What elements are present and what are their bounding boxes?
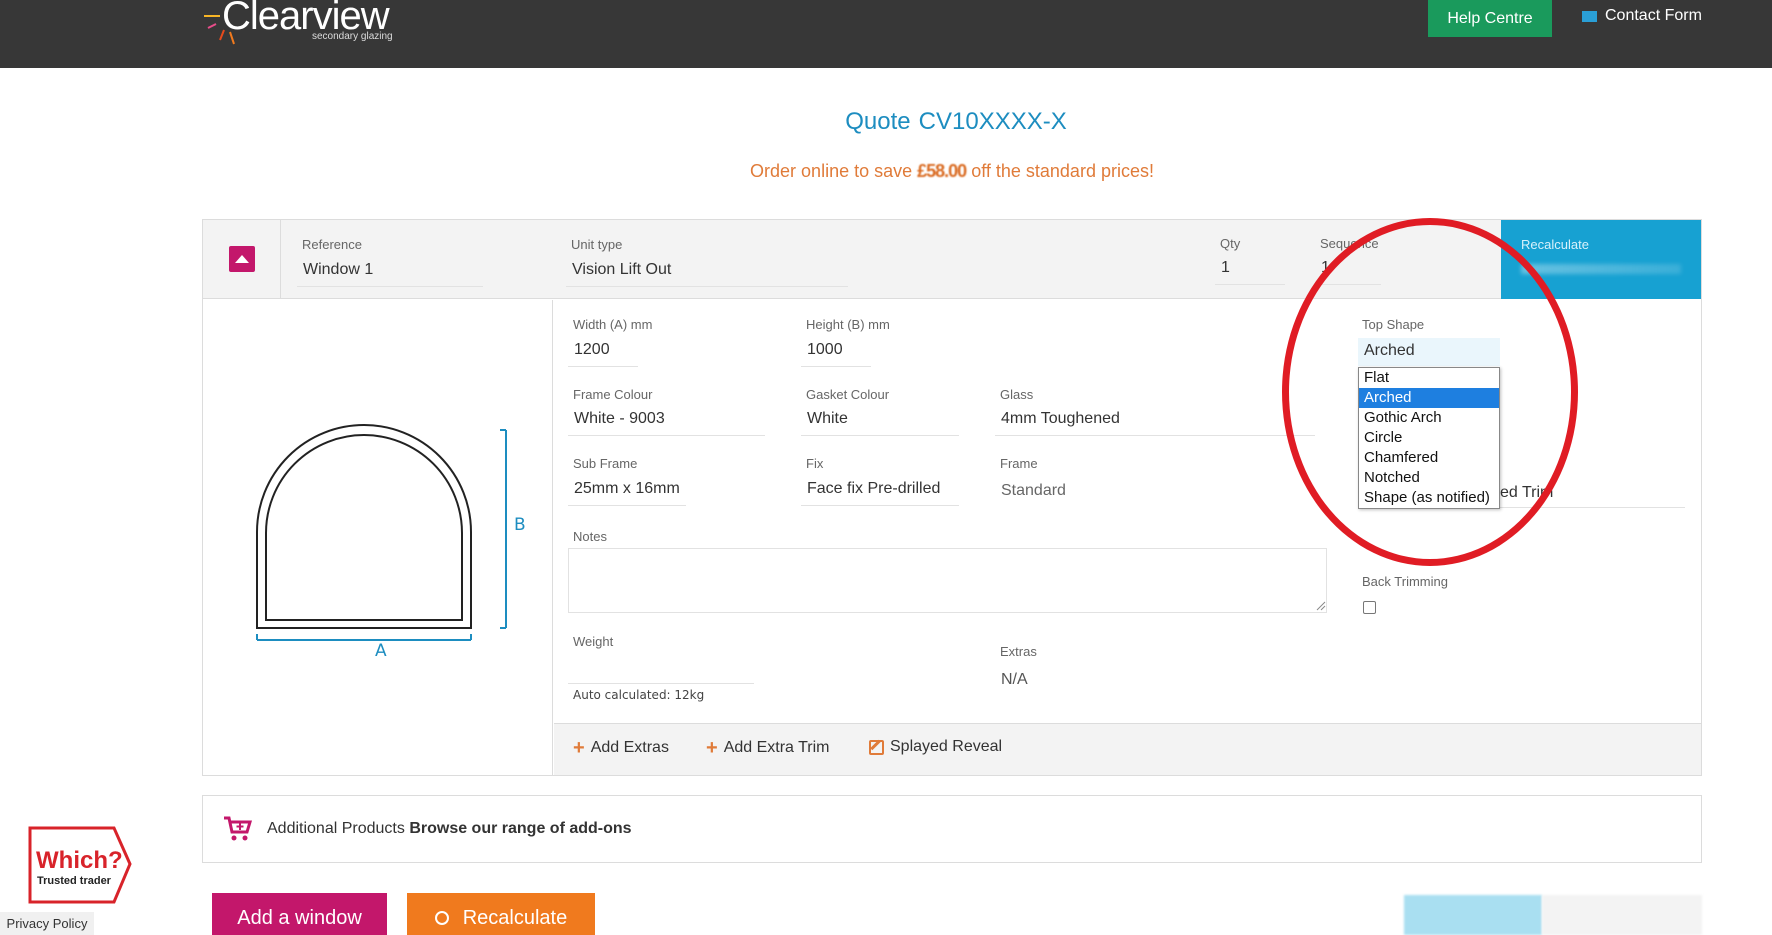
trim-select[interactable]: ed Trim: [1500, 484, 1685, 508]
frame-colour-select[interactable]: White - 9003: [568, 406, 765, 436]
recalculate-button[interactable]: Recalculate: [407, 893, 595, 935]
add-extra-trim-button[interactable]: + Add Extra Trim: [706, 738, 830, 758]
which-trusted-trader-badge[interactable]: Which? Trusted trader: [28, 826, 132, 904]
sub-frame-label: Sub Frame: [573, 456, 638, 471]
height-label: Height (B) mm: [806, 317, 890, 332]
top-shape-label: Top Shape: [1362, 317, 1425, 332]
refresh-icon: [434, 911, 449, 925]
logo-tagline: secondary glazing: [312, 31, 393, 42]
chevron-up-icon: [235, 255, 249, 263]
dropdown-option-chamfered[interactable]: Chamfered: [1359, 448, 1499, 468]
collapse-button[interactable]: [229, 246, 255, 272]
height-input[interactable]: 1000: [801, 337, 871, 367]
edit-icon: [869, 739, 884, 755]
dimension-b-label: B: [514, 515, 526, 535]
qty-input[interactable]: 1: [1215, 255, 1285, 285]
notes-label: Notes: [573, 529, 607, 544]
width-input[interactable]: 1200: [568, 337, 638, 367]
fix-label: Fix: [806, 456, 824, 471]
recalculate-price-label: Recalculate: [1521, 237, 1589, 252]
promo-before: Order online to save: [750, 161, 918, 181]
price-blurred: [1521, 264, 1681, 274]
back-trimming-label: Back Trimming: [1362, 574, 1448, 589]
add-extra-trim-label: Add Extra Trim: [723, 739, 830, 756]
splayed-reveal-button[interactable]: Splayed Reveal: [869, 738, 1002, 756]
top-shape-select[interactable]: Arched: [1358, 338, 1500, 366]
extras-label: Extras: [1000, 644, 1037, 659]
additional-products-bar[interactable]: Additional Products Browse our range of …: [202, 795, 1702, 863]
help-centre-button[interactable]: Help Centre: [1428, 0, 1552, 37]
dropdown-option-shape-as-notified[interactable]: Shape (as notified): [1359, 488, 1499, 508]
dropdown-option-arched[interactable]: Arched: [1359, 388, 1499, 408]
glass-select[interactable]: 4mm Toughened: [995, 406, 1315, 436]
contact-form-label: Contact Form: [1605, 7, 1702, 24]
dropdown-option-notched[interactable]: Notched: [1359, 468, 1499, 488]
frame-colour-label: Frame Colour: [573, 387, 653, 402]
dropdown-option-flat[interactable]: Flat: [1359, 368, 1499, 388]
mail-icon: [1582, 10, 1597, 22]
extras-value: N/A: [1001, 671, 1028, 688]
dropdown-option-circle[interactable]: Circle: [1359, 428, 1499, 448]
resize-grip-icon[interactable]: [1316, 601, 1326, 611]
quote-title: Quote CV10XXXX-X: [0, 108, 1772, 136]
add-window-button[interactable]: Add a window: [212, 893, 387, 935]
which-subtitle: Trusted trader: [37, 875, 112, 887]
splayed-reveal-label: Splayed Reveal: [890, 738, 1003, 755]
reference-label: Reference: [302, 237, 362, 252]
arched-window-diagram: [256, 424, 507, 641]
quote-label: Quote: [845, 108, 911, 135]
top-shape-dropdown-list: Flat Arched Gothic Arch Circle Chamfered…: [1358, 367, 1500, 509]
fix-select[interactable]: Face fix Pre-drilled: [801, 476, 959, 506]
recalculate-price-box[interactable]: Recalculate: [1501, 220, 1701, 299]
frame-value: Standard: [1001, 482, 1066, 499]
cart-icon: [224, 816, 253, 841]
add-extras-button[interactable]: + Add Extras: [573, 738, 669, 758]
promo-after: off the standard prices!: [966, 161, 1154, 181]
privacy-policy-link[interactable]: Privacy Policy: [0, 912, 94, 935]
qty-label: Qty: [1220, 236, 1241, 251]
unit-type-label: Unit type: [571, 237, 623, 252]
sub-frame-select[interactable]: 25mm x 16mm: [568, 476, 686, 506]
back-trimming-checkbox[interactable]: [1363, 601, 1376, 614]
plus-icon: +: [706, 737, 718, 759]
dropdown-option-gothic-arch[interactable]: Gothic Arch: [1359, 408, 1499, 428]
additional-products-text: Additional Products Browse our range of …: [267, 820, 632, 838]
weight-label: Weight: [573, 634, 614, 649]
sequence-input[interactable]: 1: [1315, 255, 1381, 285]
glass-label: Glass: [1000, 387, 1034, 402]
gasket-colour-label: Gasket Colour: [806, 387, 890, 402]
width-label: Width (A) mm: [573, 317, 653, 332]
recalculate-button-label: Recalculate: [462, 906, 568, 929]
quote-number: CV10XXXX-X: [918, 108, 1067, 135]
unit-type-select[interactable]: Vision Lift Out: [566, 257, 848, 287]
total-price-blurred: [1542, 895, 1702, 935]
gasket-colour-select[interactable]: White: [801, 406, 959, 436]
weight-input[interactable]: [568, 654, 754, 684]
weight-note: Auto calculated: 12kg: [573, 688, 705, 702]
add-extras-label: Add Extras: [590, 739, 669, 756]
contact-form-link[interactable]: Contact Form: [1582, 6, 1702, 26]
unit-costs-blurred: [1404, 895, 1542, 935]
browse-addons-link[interactable]: Browse our range of add-ons: [409, 820, 631, 837]
dimension-a-label: A: [375, 641, 387, 661]
plus-icon: +: [573, 737, 585, 759]
promo-text: Order online to save £58.00 off the stan…: [0, 161, 1772, 182]
notes-textarea[interactable]: [568, 548, 1327, 613]
which-title: Which?: [36, 847, 123, 874]
sequence-label: Sequence: [1320, 236, 1379, 251]
additional-products-label: Additional Products: [267, 820, 405, 837]
reference-input[interactable]: Window 1: [297, 257, 483, 287]
promo-amount: £58.00: [917, 161, 967, 181]
frame-label: Frame: [1000, 456, 1038, 471]
